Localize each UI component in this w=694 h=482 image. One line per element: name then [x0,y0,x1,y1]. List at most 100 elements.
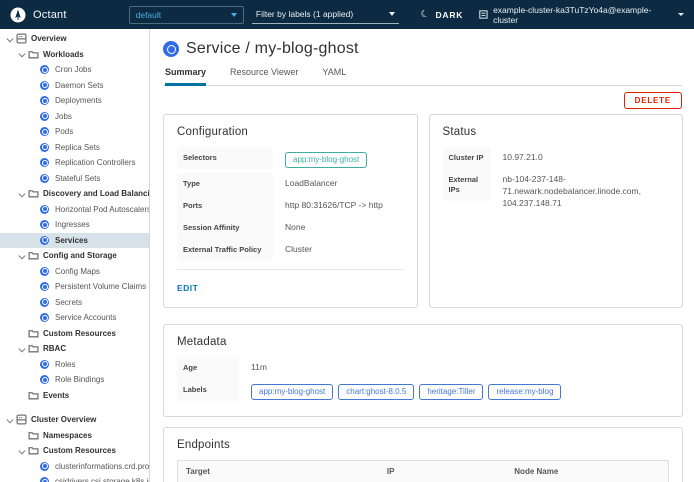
kv-label: Selectors [177,147,273,169]
sidebar-item-services[interactable]: Services [0,233,149,249]
sidebar-item-secrets[interactable]: Secrets [0,295,149,311]
app-title: Octant [33,9,67,21]
label-filter-input[interactable]: Filter by labels (1 applied) [252,6,400,24]
expand-chevron-icon[interactable] [15,449,28,454]
sidebar-item-cron-jobs[interactable]: Cron Jobs [0,62,149,78]
expand-chevron-icon[interactable] [15,254,28,259]
sidebar-item-label: Overview [31,34,67,43]
sidebar-item-jobs[interactable]: Jobs [0,109,149,125]
top-bar: Octant default Filter by labels (1 appli… [0,0,694,29]
selector-tag[interactable]: app:my-blog-ghost [285,152,367,168]
sidebar-item-label: Config Maps [55,267,100,276]
caret-down-icon [231,13,237,17]
sidebar-item-daemon-sets[interactable]: Daemon Sets [0,78,149,94]
moon-icon: ☾ [420,8,432,20]
sidebar-item-label: csidrivers.csi.storage.k8s.io [55,477,149,482]
label-tag-release-my-blog[interactable]: release:my-blog [488,384,561,400]
endpoints-title: Endpoints [177,439,669,451]
sidebar-item-config-and-storage[interactable]: Config and Storage [0,248,149,264]
cluster-icon [479,10,488,19]
configuration-card: Configuration Selectors app:my-blog-ghost… [163,114,418,308]
labels-label: Labels [177,379,239,401]
label-tag-chart-ghost-8-0-5[interactable]: chart:ghost-8.0.5 [338,384,414,400]
sidebar-item-roles[interactable]: Roles [0,357,149,373]
sidebar-item-overview[interactable]: Overview [0,31,149,47]
sidebar-item-horizontal-pod-autoscalers[interactable]: Horizontal Pod Autoscalers [0,202,149,218]
endpoints-card: Endpoints TargetIPNode Name my-blog-ghos… [163,427,683,482]
sidebar-item-role-bindings[interactable]: Role Bindings [0,372,149,388]
kv-row-type: TypeLoadBalancer [177,173,404,195]
kv-label: External IPs [443,169,491,201]
resource-icon [40,375,49,384]
sidebar-item-custom-resources[interactable]: Custom Resources [0,326,149,342]
octant-logo-icon [10,7,26,23]
sidebar-item-label: Config and Storage [43,251,117,260]
sidebar-item-label: Role Bindings [55,375,104,384]
expand-chevron-icon[interactable] [3,37,16,42]
sidebar-item-discovery-and-load-balancing[interactable]: Discovery and Load Balancing [0,186,149,202]
sidebar-item-label: Events [43,391,69,400]
sidebar-item-replica-sets[interactable]: Replica Sets [0,140,149,156]
kv-label: External Traffic Policy [177,239,273,261]
sidebar-item-config-maps[interactable]: Config Maps [0,264,149,280]
sidebar-item-pods[interactable]: Pods [0,124,149,140]
age-label: Age [177,357,239,379]
sidebar-item-ingresses[interactable]: Ingresses [0,217,149,233]
sidebar-item-label: Jobs [55,112,72,121]
endpoints-table: TargetIPNode Name my-blog-ghost-77df85c6… [177,460,669,482]
tab-summary[interactable]: Summary [165,67,206,86]
namespace-selector[interactable]: default [129,6,244,24]
expand-chevron-icon[interactable] [15,347,28,352]
kv-value: nb-104-237-148-71.newark.nodebalancer.li… [491,169,670,215]
resource-icon [40,462,49,471]
sidebar-item-replication-controllers[interactable]: Replication Controllers [0,155,149,171]
sidebar-item-events[interactable]: Events [0,388,149,404]
label-tag-heritage-tiller[interactable]: heritage:Tiller [419,384,483,400]
sidebar-item-workloads[interactable]: Workloads [0,47,149,63]
sidebar-item-csidrivers-csi-storage-k8s-io[interactable]: csidrivers.csi.storage.k8s.io [0,474,149,482]
sidebar-item-label: clusterinformations.crd.projec [55,462,149,471]
sidebar-item-stateful-sets[interactable]: Stateful Sets [0,171,149,187]
kv-row-session-affinity: Session AffinityNone [177,217,404,239]
folder-icon [28,188,39,199]
sidebar-item-cluster-overview[interactable]: Cluster Overview [0,412,149,428]
sidebar-item-deployments[interactable]: Deployments [0,93,149,109]
tab-resource-viewer[interactable]: Resource Viewer [230,67,298,85]
label-tag-app-my-blog-ghost[interactable]: app:my-blog-ghost [251,384,333,400]
context-switcher[interactable]: example-cluster-ka3TuTzYo4a@example-clus… [479,5,684,25]
sidebar-item-label: Replication Controllers [55,158,135,167]
applications-icon [16,33,27,44]
sidebar-item-label: Custom Resources [43,329,116,338]
theme-toggle-button[interactable]: ☾ DARK [421,10,463,20]
sidebar-item-service-accounts[interactable]: Service Accounts [0,310,149,326]
sidebar-item-namespaces[interactable]: Namespaces [0,428,149,444]
applications-icon [16,414,27,425]
theme-toggle-label: DARK [435,10,463,20]
status-title: Status [443,126,670,138]
labels-tags: app:my-blog-ghost chart:ghost-8.0.5 herita… [239,379,566,405]
resource-icon [40,127,49,136]
sidebar-item-persistent-volume-claims[interactable]: Persistent Volume Claims [0,279,149,295]
kv-value: None [273,217,305,239]
sidebar-item-custom-resources[interactable]: Custom Resources [0,443,149,459]
resource-icon [40,477,49,482]
configuration-title: Configuration [177,126,404,138]
resource-icon [40,236,49,245]
delete-button[interactable]: DELETE [624,92,682,109]
expand-chevron-icon[interactable] [15,52,28,57]
sidebar-item-label: Replica Sets [55,143,100,152]
resource-icon [40,282,49,291]
kv-value: http 80:31626/TCP -> http [273,195,383,217]
sidebar-item-clusterinformations-crd-projec[interactable]: clusterinformations.crd.projec [0,459,149,475]
metadata-card: Metadata Age 11m Labels app:my-blog-ghos… [163,324,683,417]
service-resource-icon [163,41,179,57]
tab-yaml[interactable]: YAML [322,67,346,85]
sidebar-item-label: Daemon Sets [55,81,103,90]
kv-label: Cluster IP [443,147,491,169]
edit-link[interactable]: EDIT [177,283,198,293]
sidebar-item-rbac[interactable]: RBAC [0,341,149,357]
column-header-ip: IP [379,461,506,482]
expand-chevron-icon[interactable] [15,192,28,197]
resource-icon [40,96,49,105]
expand-chevron-icon[interactable] [3,418,16,423]
